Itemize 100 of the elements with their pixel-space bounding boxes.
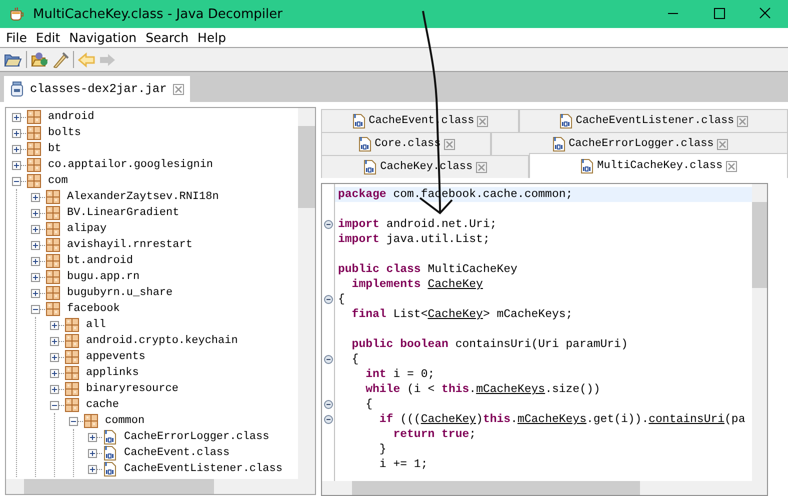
fold-icon[interactable] (324, 415, 332, 424)
package-icon (46, 206, 60, 220)
tree-item[interactable]: cache (86, 399, 120, 411)
expand-icon[interactable] (50, 368, 59, 378)
code-line: if (((CacheKey)this.mCacheKeys.get(i)).containsUri(pa (378, 413, 746, 426)
tree-item[interactable]: CacheEvent.class (124, 447, 230, 459)
expand-icon[interactable] (50, 336, 59, 346)
tree-item[interactable]: CacheEventListener.class (124, 463, 282, 475)
package-icon (65, 318, 79, 332)
tree-item[interactable]: android.crypto.keychain (86, 335, 238, 347)
expand-icon[interactable] (12, 128, 21, 138)
tree-item[interactable]: CacheErrorLogger.class (124, 431, 270, 443)
expand-icon[interactable] (88, 464, 97, 474)
tree-item[interactable]: appevents (86, 351, 146, 363)
menu-item[interactable]: Search (146, 30, 189, 45)
class-file-icon (103, 429, 117, 445)
menu-item[interactable]: Navigation (69, 30, 137, 45)
expand-icon[interactable] (50, 352, 59, 362)
tree-item[interactable]: binaryresource (86, 383, 178, 395)
toolbar-button[interactable] (4, 52, 22, 68)
toolbar-button[interactable] (51, 52, 69, 68)
package-icon (27, 142, 41, 156)
menu-item[interactable]: Help (198, 30, 226, 45)
menu-item[interactable]: File (6, 30, 27, 45)
expand-icon[interactable] (88, 448, 97, 458)
expand-icon[interactable] (31, 272, 40, 282)
package-icon (27, 110, 41, 124)
code-line: int i = 0; (364, 368, 435, 381)
expand-icon[interactable] (31, 208, 40, 218)
tree-item[interactable]: applinks (86, 367, 139, 379)
close-tab-icon[interactable] (726, 160, 737, 172)
collapse-icon[interactable] (50, 400, 59, 410)
class-file-icon (552, 136, 566, 152)
expand-icon[interactable] (12, 144, 21, 154)
package-icon (27, 126, 41, 140)
code-line: { (350, 353, 359, 366)
package-icon (46, 254, 60, 268)
expand-icon[interactable] (12, 112, 21, 122)
class-file-icon (103, 461, 117, 477)
fold-icon[interactable] (324, 295, 332, 304)
class-file-icon (358, 136, 372, 152)
fold-icon[interactable] (324, 220, 332, 229)
horizontal-scrollbar[interactable] (322, 481, 752, 495)
expand-icon[interactable] (31, 256, 40, 266)
tree-item[interactable]: all (86, 319, 106, 331)
class-file-icon (352, 113, 366, 129)
close-tab-icon[interactable] (172, 84, 184, 94)
horizontal-scrollbar[interactable] (6, 479, 298, 494)
package-icon (46, 222, 60, 236)
code-line: implements CacheKey (350, 278, 483, 291)
tree-item[interactable]: bugubyrn.u_share (67, 287, 173, 299)
collapse-icon[interactable] (12, 176, 21, 186)
tree-item[interactable]: facebook (67, 303, 120, 315)
expand-icon[interactable] (31, 192, 40, 202)
file-tab[interactable]: classes-dex2jar.jar (4, 76, 190, 102)
tree-item[interactable]: avishayil.rnrestart (67, 239, 192, 251)
code-line: final List<CacheKey> mCacheKeys; (350, 308, 573, 321)
class-file-icon (558, 113, 573, 129)
expand-icon[interactable] (50, 384, 59, 394)
tree-item[interactable]: co.apptailor.googlesignin (48, 159, 214, 171)
package-icon (65, 398, 79, 412)
package-icon (46, 302, 60, 316)
code-line: import java.util.List; (338, 233, 490, 246)
expand-icon[interactable] (31, 240, 40, 250)
code-line: { (338, 293, 345, 306)
code-line: { (364, 398, 373, 411)
vertical-scrollbar[interactable] (752, 184, 767, 481)
code-line: public class MultiCacheKey (338, 263, 518, 276)
package-icon (46, 270, 60, 284)
expand-icon[interactable] (31, 224, 40, 234)
package-icon (65, 382, 79, 396)
expand-icon[interactable] (88, 432, 97, 442)
tree-item[interactable]: bt (48, 143, 62, 155)
jar-icon (10, 81, 24, 97)
editor-tab[interactable]: CacheEventListener.class (518, 109, 788, 132)
menu-item[interactable]: Edit (36, 30, 60, 45)
expand-icon[interactable] (12, 160, 21, 170)
expand-icon[interactable] (31, 288, 40, 298)
fold-icon[interactable] (324, 355, 332, 364)
tree-item[interactable]: bolts (48, 127, 82, 139)
tree-item[interactable]: AlexanderZaytsev.RNI18n (67, 191, 219, 203)
tree-item[interactable]: bt.android (67, 255, 134, 267)
coffee-cup-icon (9, 7, 25, 21)
tree-item[interactable]: android (48, 111, 94, 123)
vertical-scrollbar[interactable] (298, 108, 315, 479)
tree-item[interactable]: bugu.app.rn (67, 271, 140, 283)
package-icon (27, 158, 41, 172)
editor-tab[interactable]: CacheErrorLogger.class (491, 132, 788, 155)
collapse-icon[interactable] (69, 416, 78, 426)
tree-item[interactable]: alipay (67, 223, 107, 235)
toolbar-button[interactable] (31, 52, 49, 68)
collapse-icon[interactable] (31, 304, 40, 314)
tree-item[interactable]: common (105, 415, 145, 427)
code-line: public boolean containsUri(Uri paramUri) (350, 338, 628, 351)
tree-item[interactable]: com (48, 175, 68, 187)
expand-icon[interactable] (50, 320, 59, 330)
package-icon (46, 286, 60, 300)
tree-item[interactable]: BV.LinearGradient (67, 207, 180, 219)
fold-icon[interactable] (324, 400, 332, 409)
code-line: } (378, 443, 386, 456)
